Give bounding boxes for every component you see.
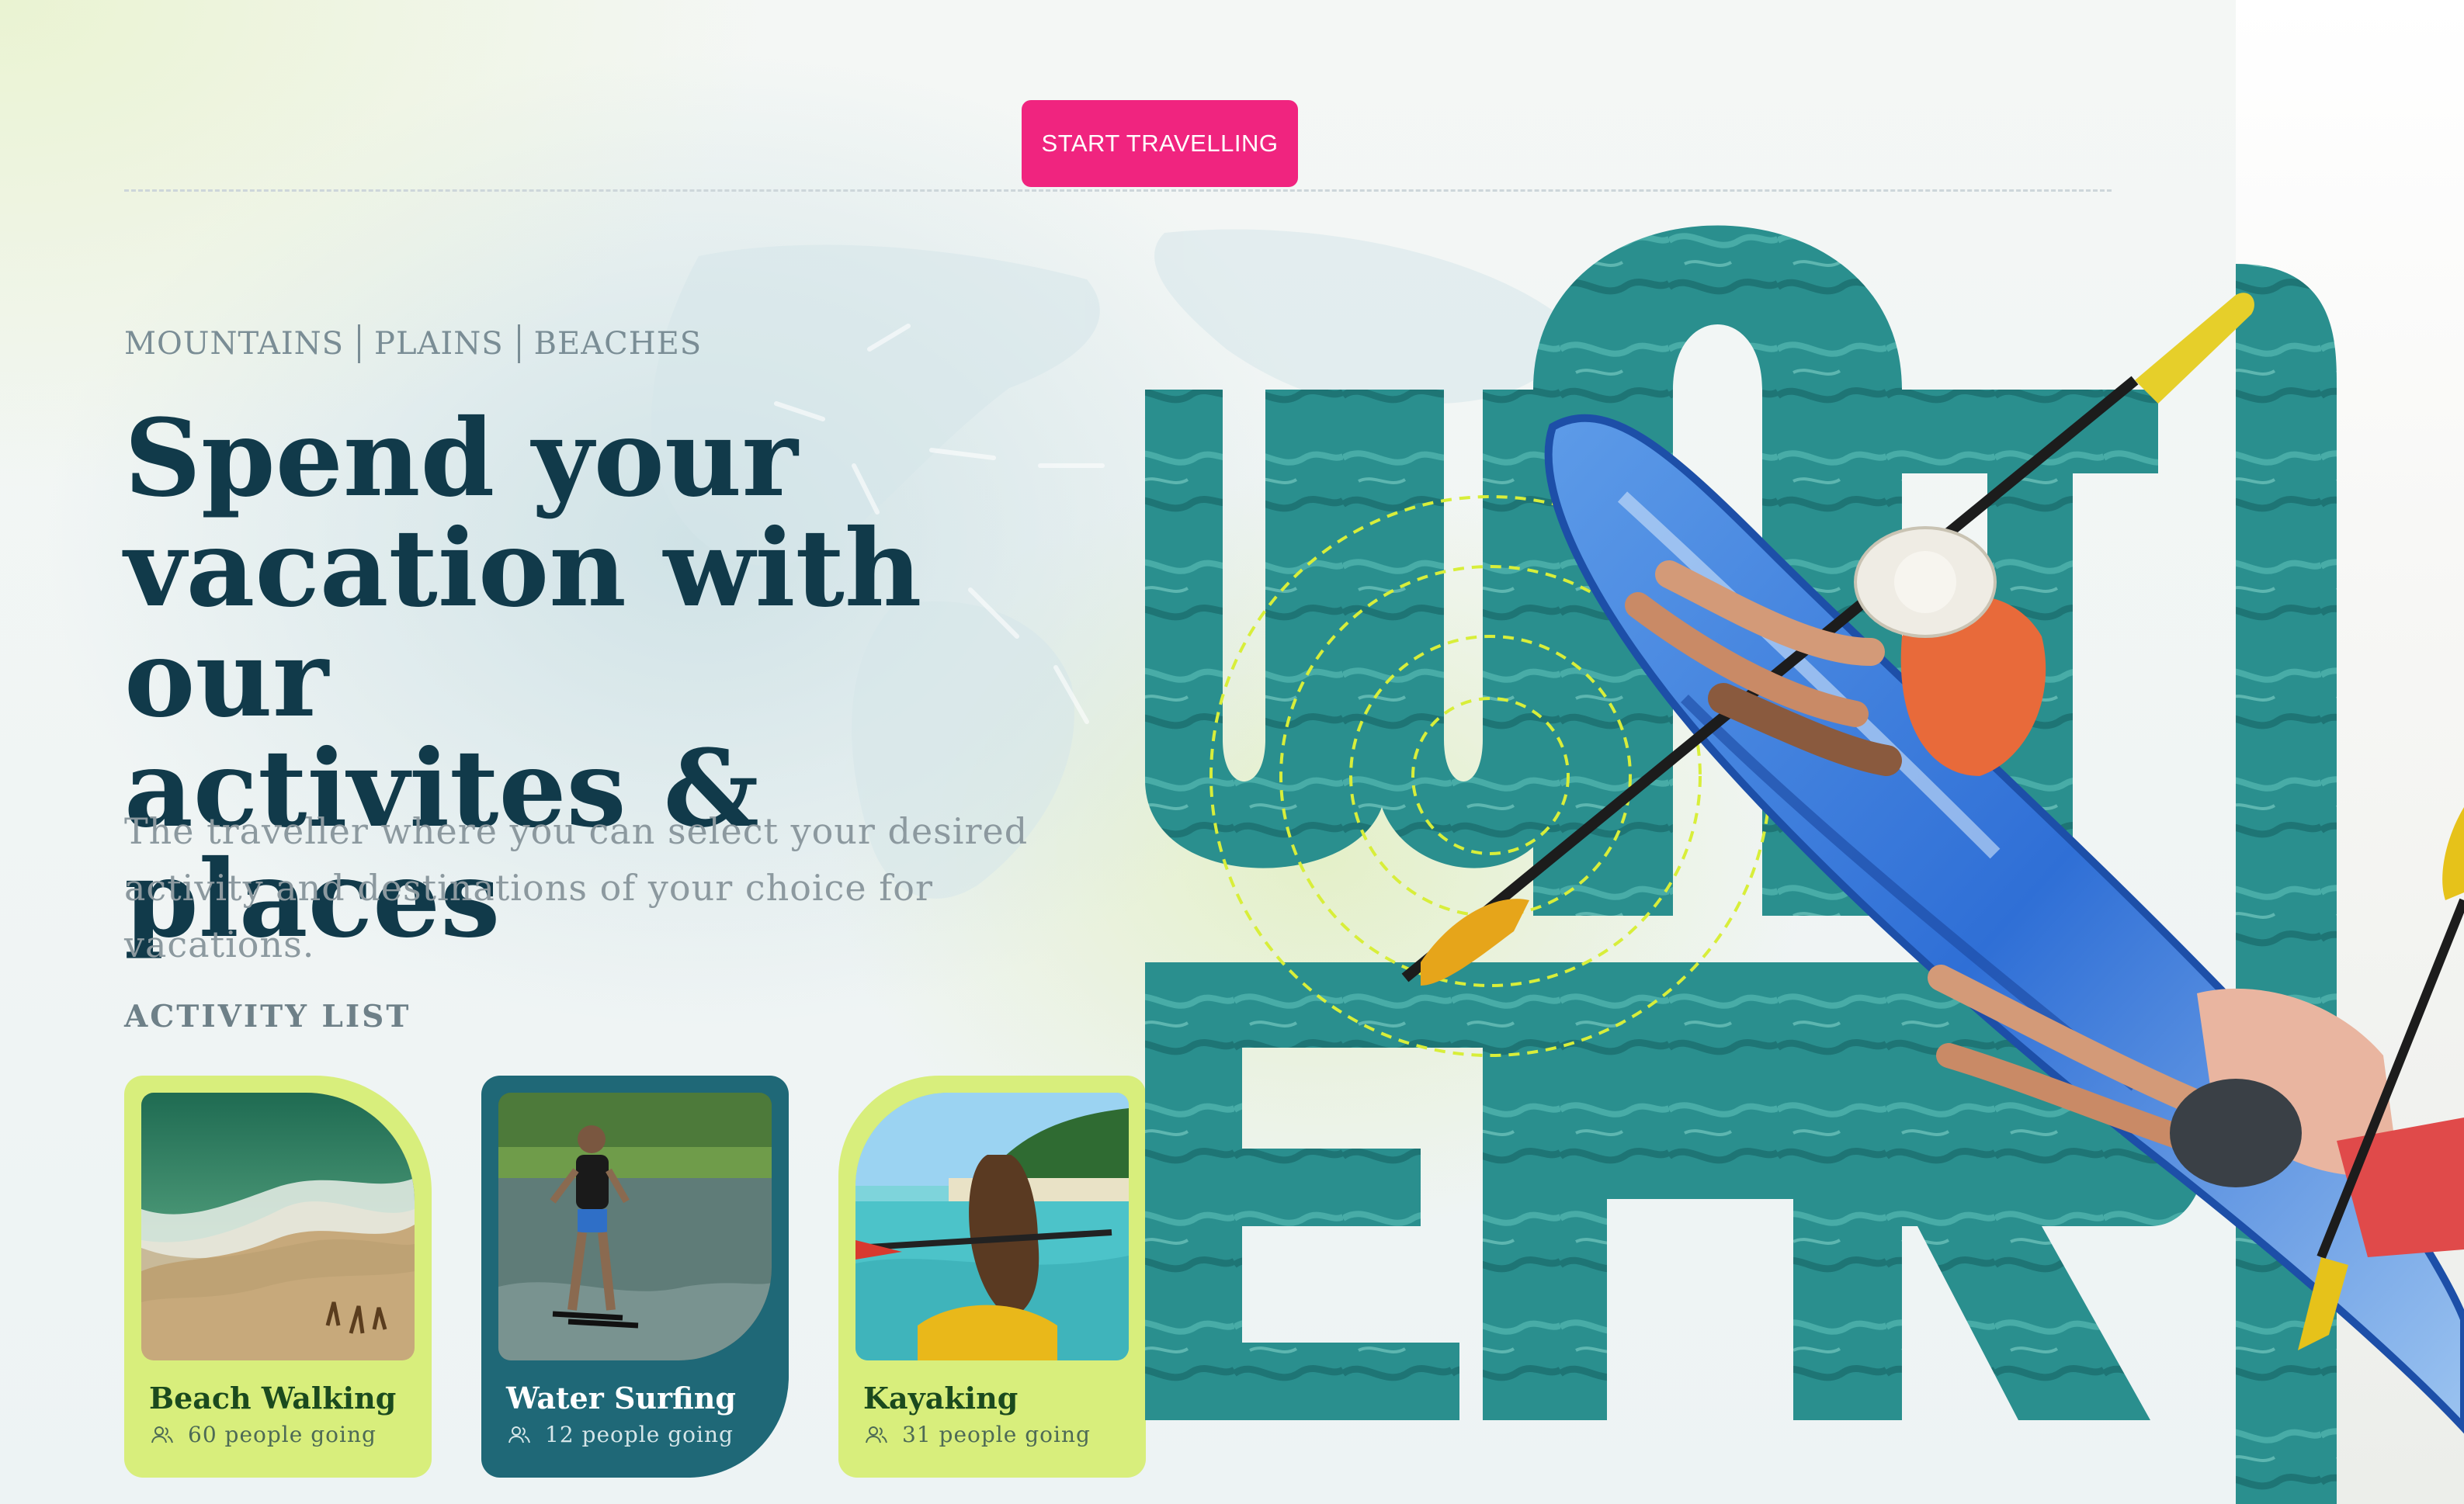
headline-line: vacation with our: [124, 506, 922, 741]
category-separator: [358, 324, 361, 363]
headline-line: Spend your: [124, 396, 798, 521]
water-hero-artwork: [1126, 217, 2464, 1504]
water-surfing-photo: [498, 1093, 772, 1360]
users-icon: [508, 1426, 530, 1443]
users-icon: [151, 1426, 173, 1443]
header-divider: [124, 189, 2112, 192]
activity-card-beach-walking[interactable]: Beach Walking 60 people going: [124, 1076, 432, 1478]
start-travelling-button[interactable]: START TRAVELLING: [1022, 100, 1298, 187]
activity-attendance: 12 people going: [508, 1422, 734, 1447]
attendance-count: 60 people going: [188, 1422, 377, 1447]
description-line: The traveller where you can select your …: [124, 810, 1029, 852]
description-line: activity and destinations of your choice…: [124, 867, 933, 965]
attendance-count: 12 people going: [545, 1422, 734, 1447]
users-icon: [866, 1426, 887, 1443]
activity-title: Water Surfing: [506, 1381, 736, 1416]
activity-title: Kayaking: [863, 1381, 1019, 1416]
activity-attendance: 31 people going: [865, 1422, 1091, 1447]
activity-card-kayaking[interactable]: Kayaking 31 people going: [838, 1076, 1146, 1478]
category-beaches[interactable]: BEACHES: [534, 326, 703, 362]
hero-description: The traveller where you can select your …: [124, 803, 1095, 973]
activity-list-title: ACTIVITY LIST: [124, 999, 411, 1034]
activity-card-water-surfing[interactable]: Water Surfing 12 people going: [481, 1076, 789, 1478]
kayaking-photo: [855, 1093, 1129, 1360]
category-separator: [517, 324, 520, 363]
category-plains[interactable]: PLAINS: [374, 326, 504, 362]
beach-walking-photo: [141, 1093, 415, 1360]
category-links: MOUNTAINS PLAINS BEACHES: [124, 324, 702, 363]
attendance-count: 31 people going: [902, 1422, 1091, 1447]
category-mountains[interactable]: MOUNTAINS: [124, 326, 344, 362]
activity-title: Beach Walking: [149, 1381, 397, 1416]
activity-attendance: 60 people going: [151, 1422, 377, 1447]
